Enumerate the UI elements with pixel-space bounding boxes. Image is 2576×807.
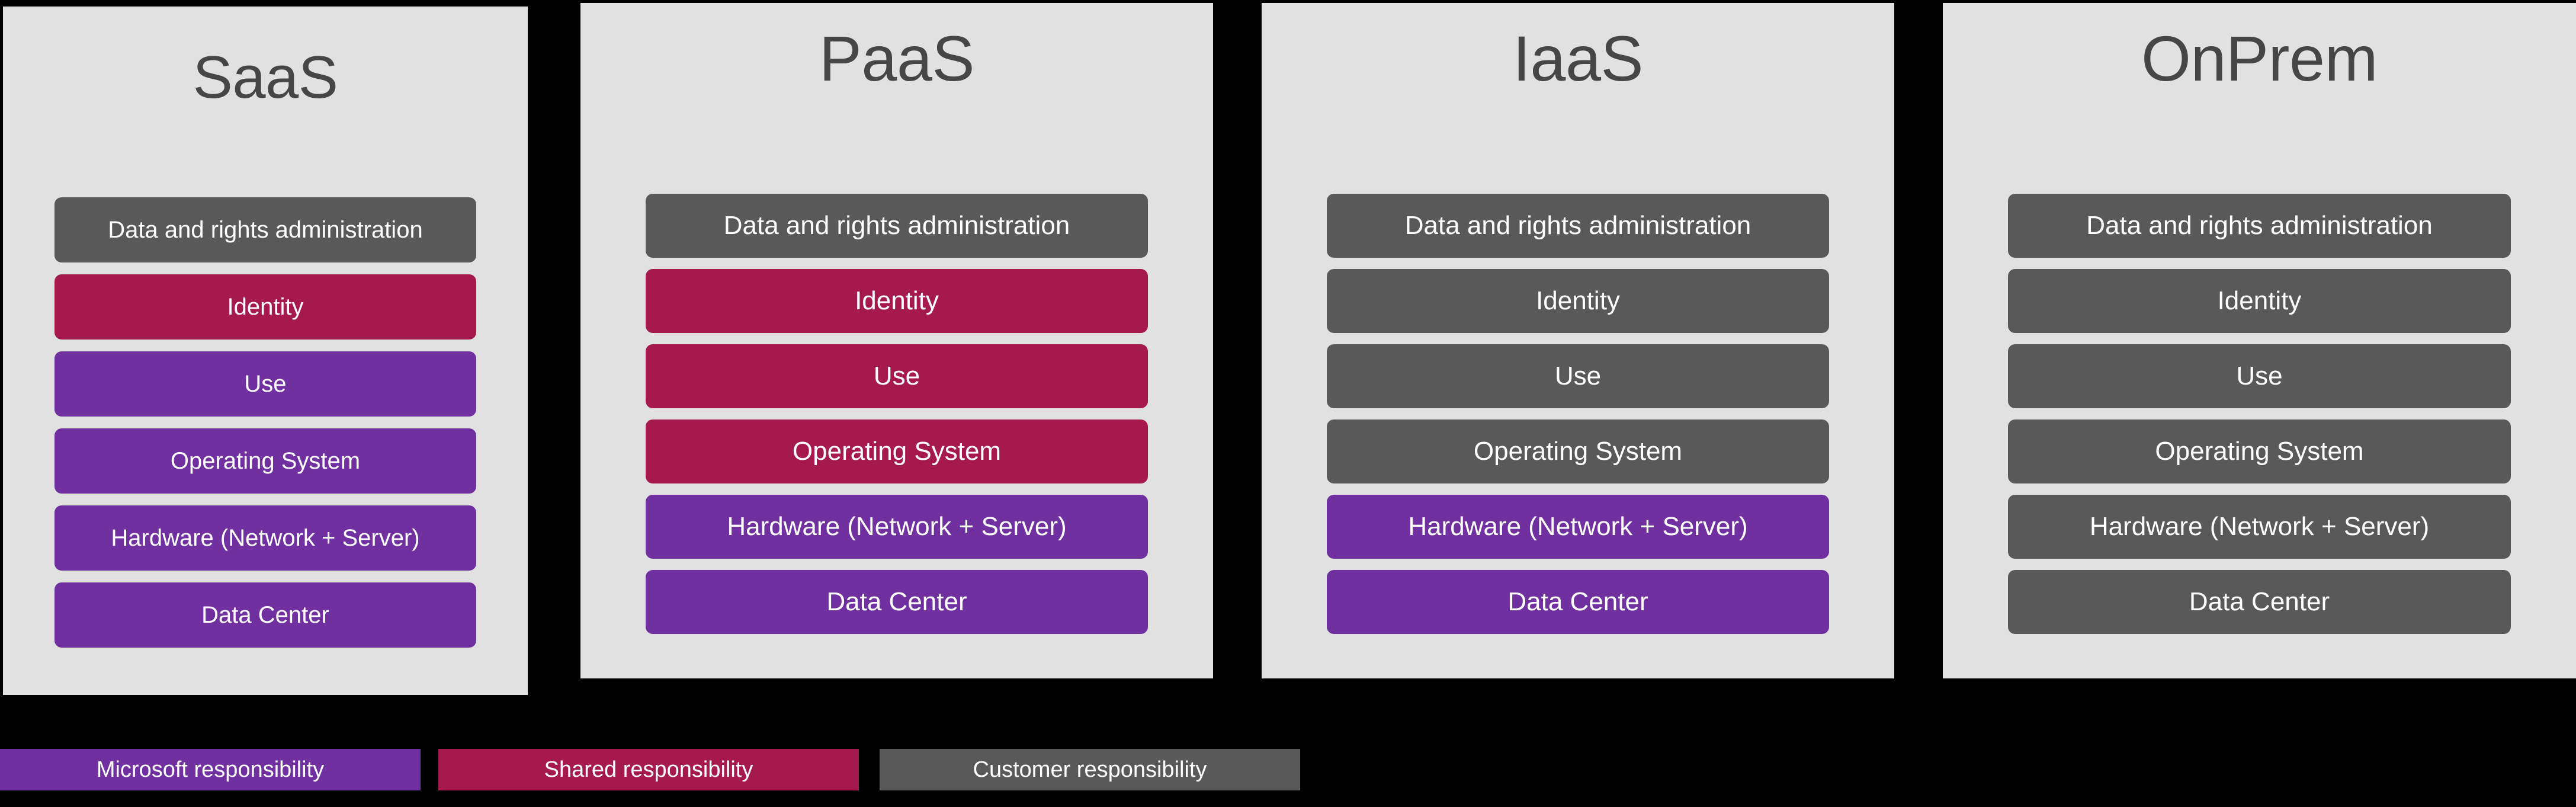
responsibility-columns: SaaS Data and rights administration Iden… — [0, 0, 2576, 699]
layer-use[interactable]: Use — [54, 351, 476, 417]
layer-operating-system[interactable]: Operating System — [54, 428, 476, 494]
layer-data-and-rights-administration[interactable]: Data and rights administration — [646, 194, 1148, 258]
legend-item-microsoft-responsibility[interactable]: Microsoft responsibility — [0, 749, 421, 790]
column-onprem: OnPrem Data and rights administration Id… — [1943, 3, 2576, 678]
layer-data-center[interactable]: Data Center — [646, 570, 1148, 634]
column-title-saas: SaaS — [193, 44, 338, 111]
layer-data-and-rights-administration[interactable]: Data and rights administration — [2008, 194, 2511, 258]
column-title-onprem: OnPrem — [2141, 23, 2378, 94]
layer-stack-onprem: Data and rights administration Identity … — [1943, 194, 2576, 645]
layer-use[interactable]: Use — [2008, 344, 2511, 408]
layer-stack-saas: Data and rights administration Identity … — [3, 197, 528, 659]
layer-hardware-network-server[interactable]: Hardware (Network + Server) — [2008, 495, 2511, 559]
legend-item-shared-responsibility[interactable]: Shared responsibility — [438, 749, 859, 790]
layer-data-center[interactable]: Data Center — [2008, 570, 2511, 634]
layer-identity[interactable]: Identity — [54, 274, 476, 340]
layer-operating-system[interactable]: Operating System — [646, 419, 1148, 483]
column-title-paas: PaaS — [819, 23, 975, 94]
layer-hardware-network-server[interactable]: Hardware (Network + Server) — [54, 505, 476, 571]
legend: Microsoft responsibility Shared responsi… — [0, 749, 2576, 790]
layer-use[interactable]: Use — [1327, 344, 1829, 408]
layer-operating-system[interactable]: Operating System — [1327, 419, 1829, 483]
layer-operating-system[interactable]: Operating System — [2008, 419, 2511, 483]
layer-hardware-network-server[interactable]: Hardware (Network + Server) — [1327, 495, 1829, 559]
layer-data-and-rights-administration[interactable]: Data and rights administration — [1327, 194, 1829, 258]
layer-data-center[interactable]: Data Center — [54, 582, 476, 648]
layer-identity[interactable]: Identity — [1327, 269, 1829, 333]
diagram-canvas: SaaS Data and rights administration Iden… — [0, 0, 2576, 807]
column-iaas: IaaS Data and rights administration Iden… — [1262, 3, 1894, 678]
legend-item-customer-responsibility[interactable]: Customer responsibility — [880, 749, 1300, 790]
layer-hardware-network-server[interactable]: Hardware (Network + Server) — [646, 495, 1148, 559]
layer-data-and-rights-administration[interactable]: Data and rights administration — [54, 197, 476, 262]
layer-use[interactable]: Use — [646, 344, 1148, 408]
layer-stack-paas: Data and rights administration Identity … — [580, 194, 1213, 645]
layer-identity[interactable]: Identity — [646, 269, 1148, 333]
column-paas: PaaS Data and rights administration Iden… — [580, 3, 1213, 678]
layer-data-center[interactable]: Data Center — [1327, 570, 1829, 634]
column-title-iaas: IaaS — [1512, 23, 1644, 94]
layer-stack-iaas: Data and rights administration Identity … — [1262, 194, 1894, 645]
layer-identity[interactable]: Identity — [2008, 269, 2511, 333]
column-saas: SaaS Data and rights administration Iden… — [3, 7, 528, 695]
